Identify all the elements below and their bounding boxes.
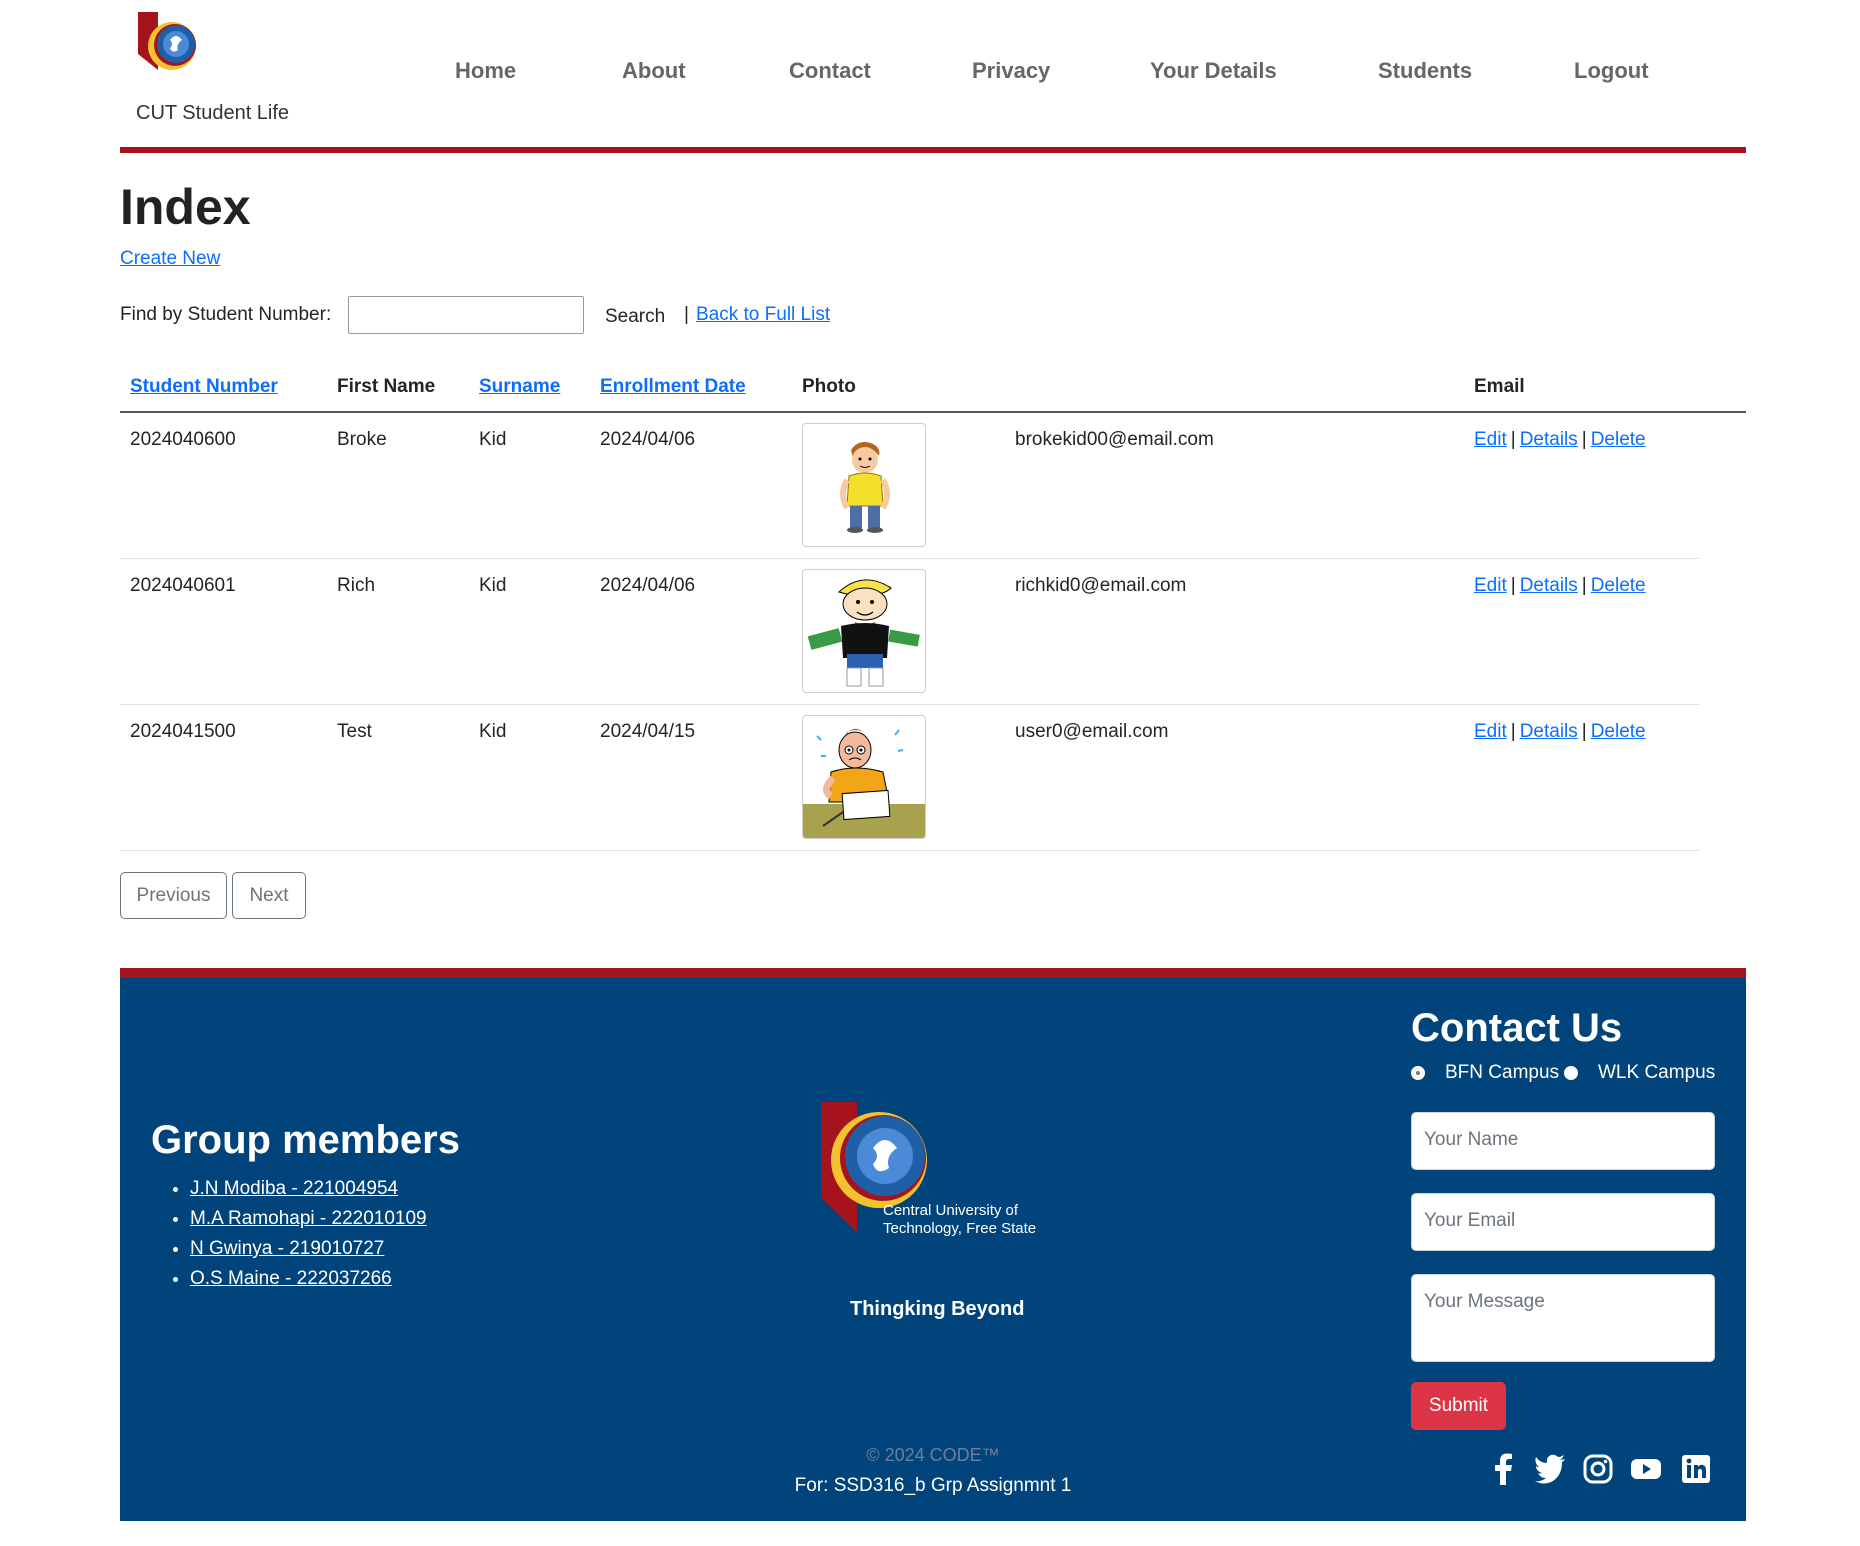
- nav-logout[interactable]: Logout: [1574, 58, 1649, 84]
- submit-button[interactable]: Submit: [1411, 1382, 1506, 1430]
- cell-student-number: 2024040600: [130, 429, 236, 450]
- name-field[interactable]: Your Name: [1411, 1112, 1715, 1170]
- th-enrollment-date[interactable]: Enrollment Date: [600, 376, 746, 398]
- create-new-link[interactable]: Create New: [120, 248, 220, 270]
- main-nav: Home About Contact Privacy Your Details …: [0, 58, 1860, 92]
- cell-surname: Kid: [479, 575, 507, 596]
- action-separator: |: [1581, 721, 1587, 742]
- delete-link[interactable]: Delete: [1591, 721, 1646, 742]
- member-link[interactable]: O.S Maine - 222037266: [190, 1268, 392, 1289]
- next-button[interactable]: Next: [232, 872, 306, 919]
- brand-name: CUT Student Life: [136, 102, 290, 124]
- edit-link[interactable]: Edit: [1474, 429, 1507, 450]
- edit-link[interactable]: Edit: [1474, 575, 1507, 596]
- table-row: 2024040601 Rich Kid 2024/04/06 richkid0@…: [120, 559, 1700, 705]
- email-field[interactable]: Your Email: [1411, 1193, 1715, 1251]
- table-row: 2024041500 Test Kid 2024/04/15 user0@ema…: [120, 705, 1700, 851]
- action-separator: |: [1510, 429, 1516, 450]
- th-photo: Photo: [802, 376, 856, 397]
- action-separator: |: [1510, 575, 1516, 596]
- wlk-campus-label: WLK Campus: [1598, 1062, 1716, 1083]
- group-members-title: Group members: [151, 1118, 460, 1162]
- footer: Group members J.N Modiba - 221004954 M.A…: [120, 968, 1746, 1521]
- list-item: O.S Maine - 222037266: [190, 1268, 427, 1298]
- details-link[interactable]: Details: [1520, 721, 1578, 742]
- message-field[interactable]: Your Message: [1411, 1274, 1715, 1362]
- contact-us-title: Contact Us: [1411, 1006, 1623, 1050]
- footer-divider: [120, 968, 1746, 978]
- cell-enrollment-date: 2024/04/15: [600, 721, 696, 742]
- cell-surname: Kid: [479, 429, 507, 450]
- member-link[interactable]: J.N Modiba - 221004954: [190, 1178, 398, 1199]
- footer-logo: Central University of Technology, Free S…: [817, 1098, 1057, 1248]
- footer-logo-text: Central University of Technology, Free S…: [883, 1202, 1036, 1238]
- search-button[interactable]: Search: [605, 306, 665, 328]
- list-item: N Gwinya - 219010727: [190, 1238, 427, 1268]
- action-separator: |: [1581, 575, 1587, 596]
- nav-home[interactable]: Home: [455, 58, 516, 84]
- student-photo: [802, 569, 926, 693]
- details-link[interactable]: Details: [1520, 575, 1578, 596]
- rich-kid-cartoon-icon: [807, 579, 920, 687]
- linkedin-icon[interactable]: [1680, 1453, 1712, 1485]
- delete-link[interactable]: Delete: [1591, 575, 1646, 596]
- th-email: Email: [1474, 376, 1525, 397]
- student-photo: [802, 715, 926, 839]
- cell-first-name: Broke: [337, 429, 387, 450]
- cell-first-name: Rich: [337, 575, 376, 596]
- bfn-campus-radio[interactable]: [1411, 1066, 1425, 1080]
- wlk-campus-radio[interactable]: [1564, 1066, 1578, 1080]
- th-first-name: First Name: [337, 376, 436, 397]
- list-item: J.N Modiba - 221004954: [190, 1178, 427, 1208]
- member-link[interactable]: N Gwinya - 219010727: [190, 1238, 384, 1259]
- cell-enrollment-date: 2024/04/06: [600, 429, 696, 450]
- nav-about[interactable]: About: [622, 58, 686, 84]
- action-separator: |: [1581, 429, 1587, 450]
- row-actions: Edit | Details | Delete: [1474, 721, 1646, 743]
- cell-student-number: 2024041500: [130, 721, 236, 742]
- nav-privacy[interactable]: Privacy: [972, 58, 1050, 84]
- action-separator: |: [1510, 721, 1516, 742]
- previous-button[interactable]: Previous: [120, 872, 227, 919]
- cell-email: richkid0@email.com: [1015, 575, 1187, 596]
- edit-link[interactable]: Edit: [1474, 721, 1507, 742]
- header-divider: [120, 147, 1746, 153]
- tagline: Thingking Beyond: [850, 1298, 1025, 1320]
- nav-contact[interactable]: Contact: [789, 58, 871, 84]
- cell-first-name: Test: [337, 721, 372, 742]
- youtube-icon[interactable]: [1630, 1453, 1662, 1485]
- cell-surname: Kid: [479, 721, 507, 742]
- footer-logo-text-line2: Technology, Free State: [883, 1220, 1037, 1237]
- th-surname[interactable]: Surname: [479, 376, 560, 398]
- search-label: Find by Student Number:: [120, 304, 332, 325]
- page-title: Index: [120, 179, 251, 235]
- search-separator: |: [684, 304, 689, 325]
- test-kid-cartoon-icon: [803, 728, 925, 838]
- back-to-full-list-link[interactable]: Back to Full List: [696, 304, 830, 326]
- row-actions: Edit | Details | Delete: [1474, 575, 1646, 597]
- cell-enrollment-date: 2024/04/06: [600, 575, 696, 596]
- cell-email: user0@email.com: [1015, 721, 1169, 742]
- nav-your-details[interactable]: Your Details: [1150, 58, 1277, 84]
- delete-link[interactable]: Delete: [1591, 429, 1646, 450]
- facebook-icon[interactable]: [1488, 1453, 1520, 1485]
- nav-students[interactable]: Students: [1378, 58, 1472, 84]
- list-item: M.A Ramohapi - 222010109: [190, 1208, 427, 1238]
- th-student-number[interactable]: Student Number: [130, 376, 278, 398]
- twitter-icon[interactable]: [1534, 1453, 1566, 1485]
- student-photo: [802, 423, 926, 547]
- member-link[interactable]: M.A Ramohapi - 222010109: [190, 1208, 427, 1229]
- broke-kid-cartoon-icon: [840, 442, 890, 533]
- instagram-icon[interactable]: [1582, 1453, 1614, 1485]
- student-number-search-input[interactable]: [348, 296, 584, 334]
- bfn-campus-label: BFN Campus: [1445, 1062, 1560, 1083]
- group-members-list: J.N Modiba - 221004954 M.A Ramohapi - 22…: [160, 1178, 427, 1298]
- cell-email: brokekid00@email.com: [1015, 429, 1214, 450]
- table-row: 2024040600 Broke Kid 2024/04/06 brokekid…: [120, 413, 1700, 559]
- footer-logo-text-line1: Central University of: [883, 1202, 1019, 1219]
- cell-student-number: 2024040601: [130, 575, 236, 596]
- details-link[interactable]: Details: [1520, 429, 1578, 450]
- row-actions: Edit | Details | Delete: [1474, 429, 1646, 451]
